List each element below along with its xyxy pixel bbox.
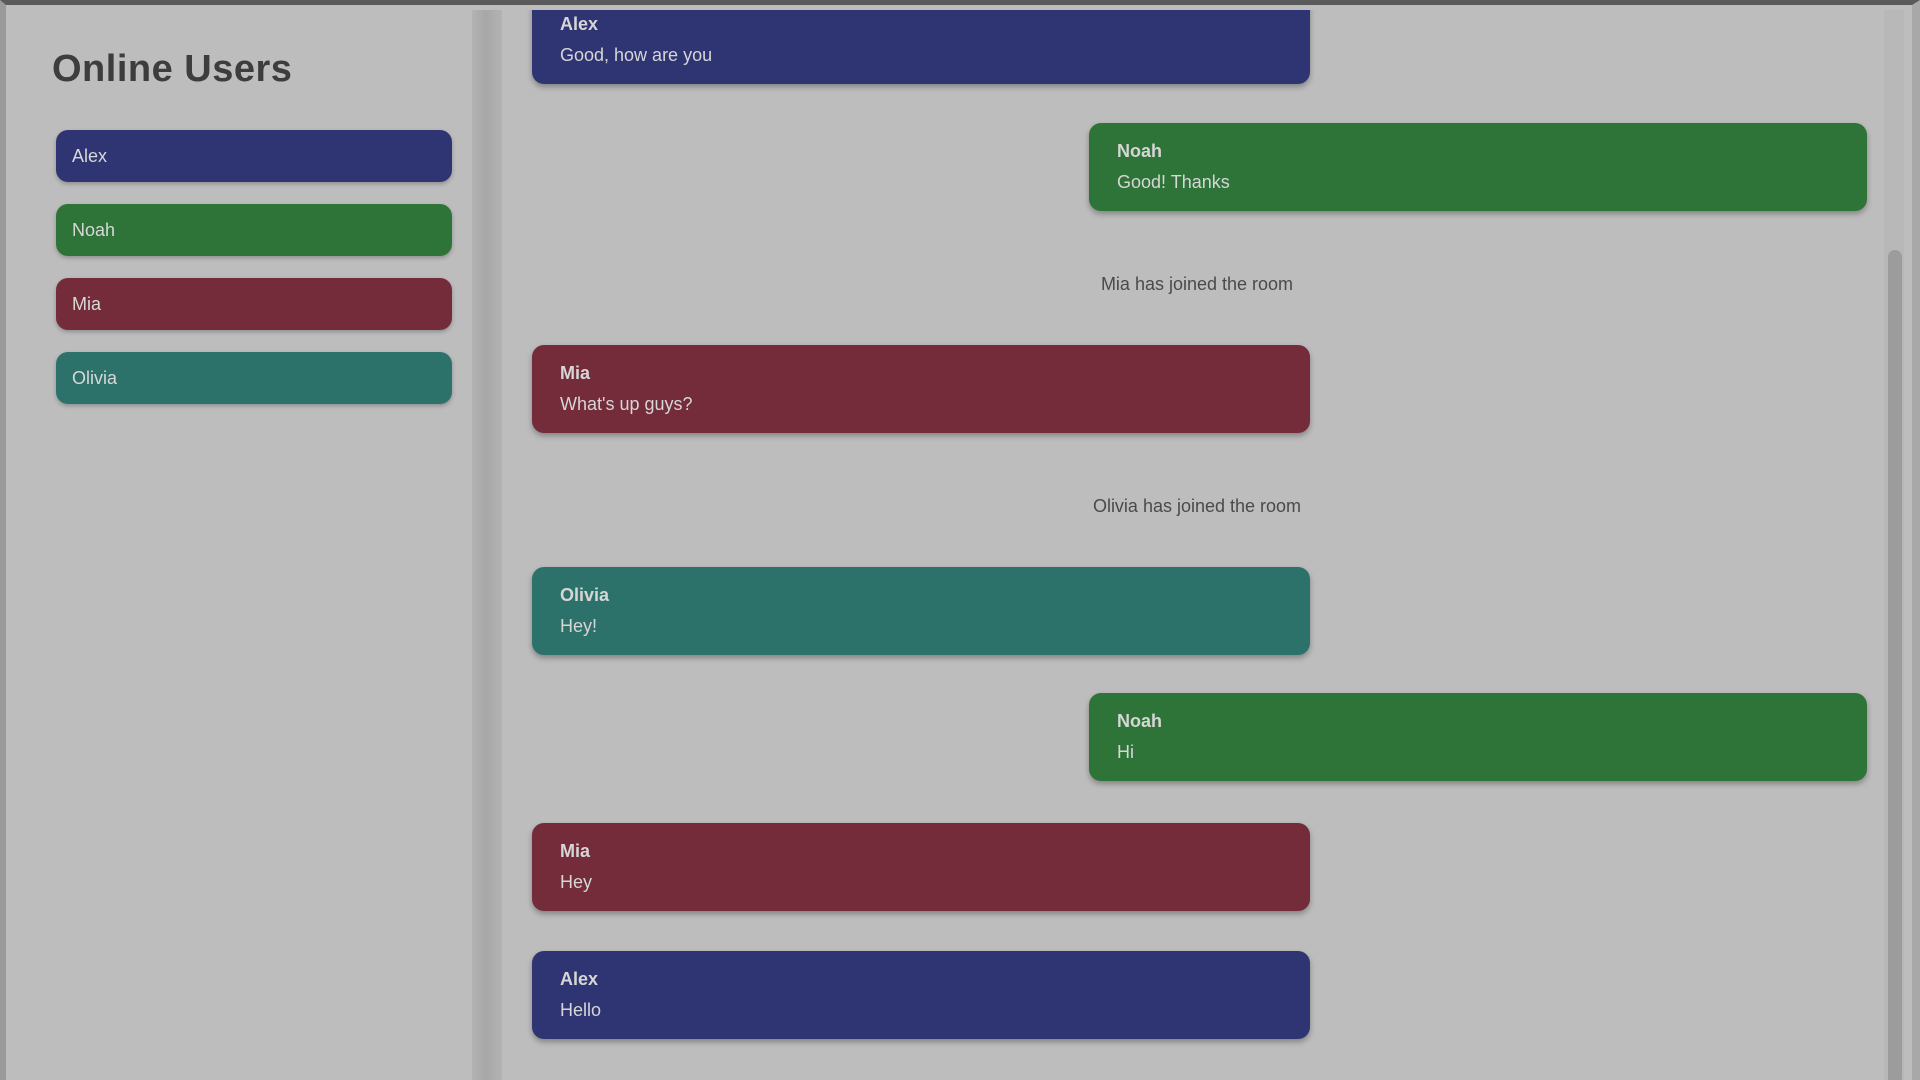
message-sender: Alex — [560, 969, 599, 989]
message-text: Good! Thanks — [1117, 172, 1230, 192]
chat-message: Mia What's up guys? — [532, 345, 1310, 433]
chat-message: Noah Hi — [1089, 693, 1867, 781]
chat-message: Alex Hello — [532, 951, 1310, 1039]
user-item-olivia[interactable]: Olivia — [56, 352, 452, 404]
app-window: Online Users Alex Noah Mia Olivia Alex G… — [0, 0, 1920, 1080]
message-sender: Mia — [560, 363, 591, 383]
message-sender: Noah — [1117, 711, 1162, 731]
message-text: Hey! — [560, 616, 598, 636]
online-users-sidebar: Online Users Alex Noah Mia Olivia — [12, 10, 472, 1080]
chat-message: Olivia Hey! — [532, 567, 1310, 655]
message-sender: Mia — [560, 841, 591, 861]
sidebar-divider — [472, 10, 502, 1080]
user-item-noah[interactable]: Noah — [56, 204, 452, 256]
chat-message: Mia Hey — [532, 823, 1310, 911]
user-item-mia[interactable]: Mia — [56, 278, 452, 330]
chat-message: Alex Good, how are you — [532, 10, 1310, 84]
sidebar-title: Online Users — [52, 48, 293, 90]
system-notice: Mia has joined the room — [1100, 274, 1294, 294]
message-text: Hey — [560, 872, 593, 892]
message-text: What's up guys? — [560, 394, 693, 414]
user-list: Alex Noah Mia Olivia — [56, 130, 452, 426]
chat-messages: Alex Good, how are you Noah Good! Thanks… — [502, 10, 1892, 1080]
chat-scrollbar-thumb[interactable] — [1888, 250, 1902, 1080]
chat-message: Noah Good! Thanks — [1089, 123, 1867, 211]
message-sender: Noah — [1117, 141, 1162, 161]
system-notice: Olivia has joined the room — [1092, 496, 1302, 516]
message-text: Hi — [1117, 742, 1134, 762]
message-text: Good, how are you — [560, 45, 713, 65]
message-sender: Olivia — [560, 585, 610, 605]
message-text: Hello — [560, 1000, 602, 1020]
message-sender: Alex — [560, 14, 599, 34]
user-item-alex[interactable]: Alex — [56, 130, 452, 182]
